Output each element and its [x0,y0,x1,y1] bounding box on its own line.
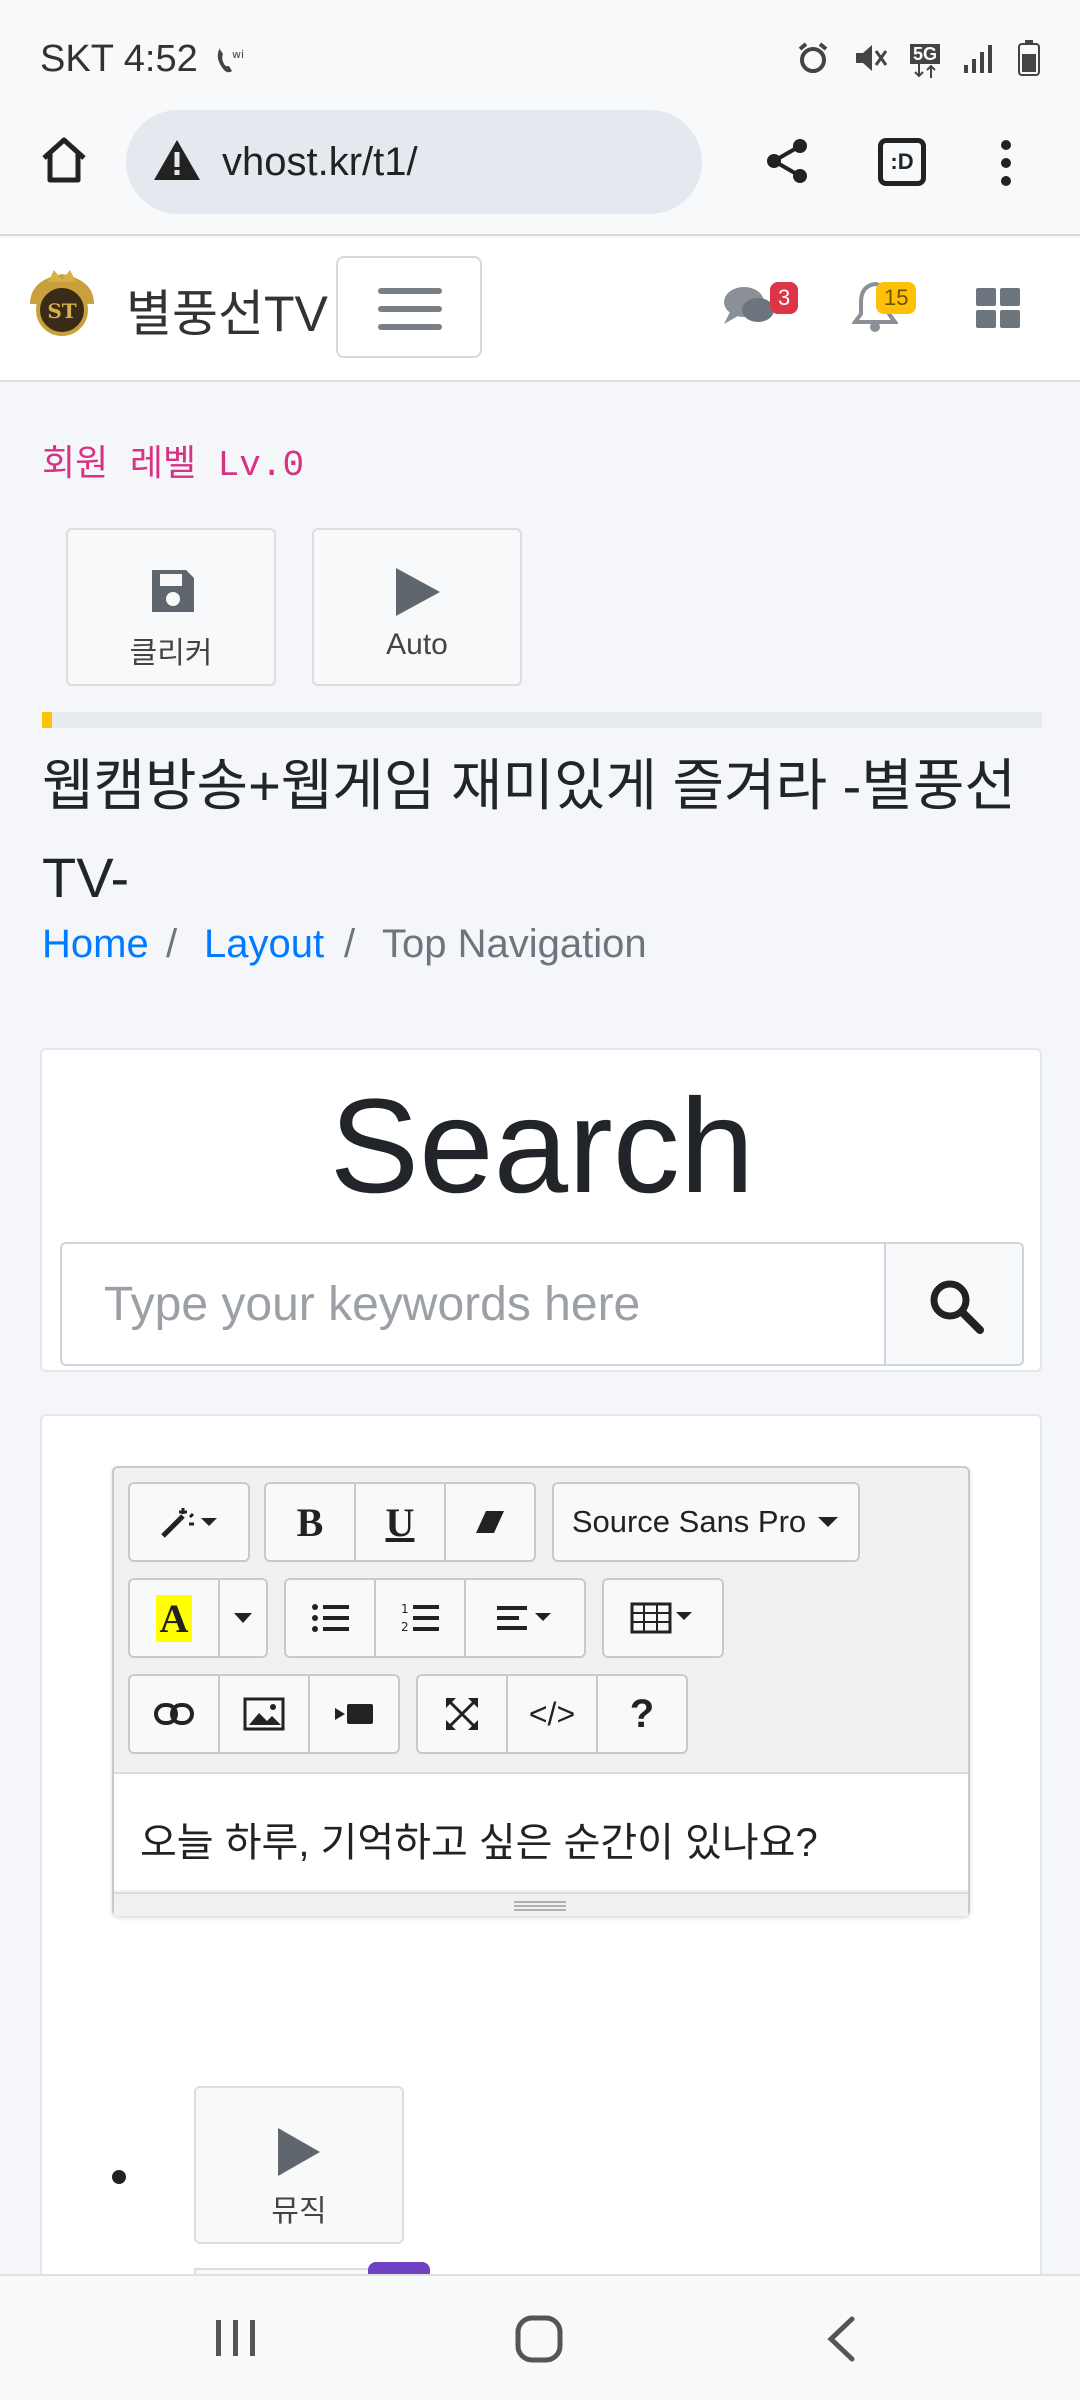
browser-toolbar: vhost.kr/t1/ :D [0,110,1080,236]
help-label: ? [629,1691,655,1736]
eraser-icon [476,1511,504,1533]
insert-image-button[interactable] [218,1674,310,1754]
bullet-list-icon [312,1604,349,1632]
editor-resize-handle[interactable] [114,1892,968,1916]
home-icon[interactable] [38,134,90,191]
progress-bar [42,712,1042,728]
status-icons: 5G [796,40,1040,81]
more-menu-icon[interactable] [998,138,1014,193]
auto-label: Auto [386,628,448,661]
url-text: vhost.kr/t1/ [222,140,418,184]
clicker-button[interactable]: 클리커 [66,528,276,686]
insert-video-button[interactable] [308,1674,400,1754]
save-disk-icon [148,566,198,624]
text-color-label: A [155,1594,193,1642]
breadcrumb-separator: / [344,922,356,966]
numbered-list-button[interactable]: 12 [374,1578,466,1658]
hamburger-icon-bar [378,324,442,330]
svg-text:wi: wi [232,48,244,61]
underline-label: U [385,1499,415,1545]
system-navigation-bar [0,2274,1080,2400]
grip-icon [514,1901,566,1911]
numbered-list-icon: 12 [401,1602,439,1634]
svg-text:ST: ST [47,299,76,323]
breadcrumb-separator: / [166,922,178,966]
notifications-count-badge: 15 [876,282,917,314]
page-title: 웹캠방송+웹게임 재미있게 즐겨라 -별풍선TV- [42,754,1016,909]
mute-icon [852,41,888,80]
status-bar: SKT 4:52 wi 5G [0,0,1080,110]
search-title: Search [329,1072,755,1221]
music-label: 뮤직 [271,2195,327,2228]
clicker-label: 클리커 [129,637,213,670]
font-family-dropdown[interactable]: Source Sans Pro [552,1482,860,1562]
home-nav-icon[interactable] [514,2314,564,2369]
play-icon [392,566,444,626]
status-time: SKT 4:52 [40,38,198,80]
share-icon[interactable] [762,136,812,191]
video-icon [335,1704,373,1724]
bullet-list-button[interactable] [284,1578,376,1658]
search-card: Search [40,1048,1042,1372]
progress-fill [42,712,52,728]
code-view-label: </> [528,1695,576,1732]
breadcrumb-home-link[interactable]: Home [42,922,149,967]
svg-text:1: 1 [401,1602,409,1616]
align-left-icon [497,1606,551,1630]
alarm-icon [796,41,830,80]
apps-grid-icon[interactable] [976,288,1020,333]
image-icon [243,1697,285,1731]
url-bar[interactable]: vhost.kr/t1/ [126,110,702,214]
recent-apps-icon[interactable] [214,2318,258,2363]
site-navbar: ST 별풍선TV 3 15 [0,238,1080,382]
auto-button[interactable]: Auto [312,528,522,686]
insert-link-button[interactable] [128,1674,220,1754]
brand-name[interactable]: 별풍선TV [126,274,328,346]
member-level-text: 회원 레벨 Lv.0 [42,445,305,486]
tab-switcher-button[interactable]: :D [878,138,926,186]
link-icon [154,1703,194,1725]
music-button[interactable]: 뮤직 [194,2086,404,2244]
tab-switcher-label: :D [890,149,914,174]
battery-icon [1018,40,1040,81]
text-color-dropdown[interactable] [218,1578,268,1658]
clear-format-button[interactable] [444,1482,536,1562]
help-button[interactable]: ? [596,1674,688,1754]
breadcrumb-current: Top Navigation [382,922,647,966]
navbar-toggler-button[interactable] [336,256,482,358]
expand-icon [446,1698,478,1730]
font-family-label: Source Sans Pro [571,1504,807,1539]
wifi-call-icon: wi [212,42,252,83]
signal-icon [962,43,996,78]
paragraph-align-dropdown[interactable] [464,1578,586,1658]
warning-icon [152,138,202,187]
caret-down-icon [818,1517,839,1527]
magic-wand-icon [161,1508,217,1538]
text-color-button[interactable]: A [128,1578,220,1658]
list-bullet [112,2170,126,2184]
style-magic-button[interactable] [128,1482,250,1562]
table-dropdown[interactable] [602,1578,724,1658]
code-view-button[interactable]: </> [506,1674,598,1754]
back-icon[interactable] [826,2316,856,2367]
search-input[interactable] [60,1242,884,1366]
hamburger-icon-bar [378,288,442,294]
svg-text:2: 2 [401,1620,409,1634]
search-button[interactable] [884,1242,1024,1366]
messages-count-badge: 3 [770,282,799,314]
underline-button[interactable]: U [354,1482,446,1562]
breadcrumb-layout-link[interactable]: Layout [204,922,324,967]
editor-content[interactable]: 오늘 하루, 기억하고 싶은 순간이 있나요? [114,1772,968,1890]
bold-button[interactable]: B [264,1482,356,1562]
play-icon [274,2126,324,2186]
fullscreen-button[interactable] [416,1674,508,1754]
bold-label: B [296,1499,324,1545]
network-5g-icon: 5G [909,43,940,78]
caret-down-icon [234,1613,252,1623]
table-icon [630,1602,692,1634]
rich-text-editor: B U Source Sans Pro A 12 </> ? 오늘 하루, 기억… [112,1466,970,1916]
brand-logo[interactable]: ST [22,264,102,349]
search-icon [928,1278,984,1339]
hamburger-icon-bar [378,306,442,312]
